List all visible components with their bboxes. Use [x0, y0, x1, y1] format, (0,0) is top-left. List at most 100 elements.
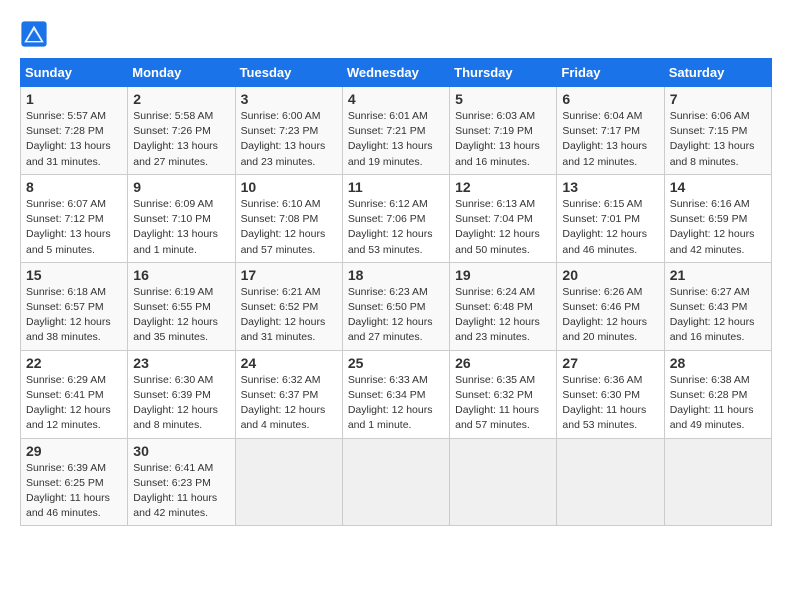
calendar-cell: 3 Sunrise: 6:00 AMSunset: 7:23 PMDaylight…	[235, 87, 342, 175]
calendar-week-2: 8 Sunrise: 6:07 AMSunset: 7:12 PMDaylight…	[21, 174, 772, 262]
calendar-cell: 23Sunrise: 6:30 AMSunset: 6:39 PMDayligh…	[128, 350, 235, 438]
header-row: SundayMondayTuesdayWednesdayThursdayFrid…	[21, 59, 772, 87]
calendar-cell: 9 Sunrise: 6:09 AMSunset: 7:10 PMDaylight…	[128, 174, 235, 262]
header-day-saturday: Saturday	[664, 59, 771, 87]
day-number: 23	[133, 355, 229, 371]
day-info: Sunrise: 6:13 AMSunset: 7:04 PMDaylight:…	[455, 198, 540, 256]
calendar-cell: 11 Sunrise: 6:12 AMSunset: 7:06 PMDayligh…	[342, 174, 449, 262]
calendar-cell: 8 Sunrise: 6:07 AMSunset: 7:12 PMDaylight…	[21, 174, 128, 262]
calendar-cell: 5 Sunrise: 6:03 AMSunset: 7:19 PMDaylight…	[450, 87, 557, 175]
day-number: 28	[670, 355, 766, 371]
logo-icon	[20, 20, 48, 48]
day-info: Sunrise: 6:29 AMSunset: 6:41 PMDaylight:…	[26, 374, 111, 432]
day-info: Sunrise: 6:03 AMSunset: 7:19 PMDaylight:…	[455, 110, 540, 168]
logo	[20, 20, 52, 48]
day-number: 7	[670, 91, 766, 107]
calendar-cell: 26 Sunrise: 6:35 AMSunset: 6:32 PMDayligh…	[450, 350, 557, 438]
day-number: 29	[26, 443, 122, 459]
day-number: 15	[26, 267, 122, 283]
calendar-cell: 24 Sunrise: 6:32 AMSunset: 6:37 PMDayligh…	[235, 350, 342, 438]
day-info: Sunrise: 6:10 AMSunset: 7:08 PMDaylight:…	[241, 198, 326, 256]
calendar-cell: 27Sunrise: 6:36 AMSunset: 6:30 PMDayligh…	[557, 350, 664, 438]
day-number: 2	[133, 91, 229, 107]
calendar-cell: 17Sunrise: 6:21 AMSunset: 6:52 PMDayligh…	[235, 262, 342, 350]
calendar-cell	[557, 438, 664, 526]
day-number: 6	[562, 91, 658, 107]
day-number: 9	[133, 179, 229, 195]
day-number: 11	[348, 179, 444, 195]
header-day-thursday: Thursday	[450, 59, 557, 87]
calendar-cell	[235, 438, 342, 526]
day-info: Sunrise: 6:15 AMSunset: 7:01 PMDaylight:…	[562, 198, 647, 256]
day-number: 21	[670, 267, 766, 283]
day-info: Sunrise: 6:04 AMSunset: 7:17 PMDaylight:…	[562, 110, 647, 168]
day-number: 16	[133, 267, 229, 283]
calendar-week-1: 1Sunrise: 5:57 AMSunset: 7:28 PMDaylight…	[21, 87, 772, 175]
day-info: Sunrise: 5:58 AMSunset: 7:26 PMDaylight:…	[133, 110, 218, 168]
day-number: 10	[241, 179, 337, 195]
calendar-cell: 28Sunrise: 6:38 AMSunset: 6:28 PMDayligh…	[664, 350, 771, 438]
day-info: Sunrise: 6:01 AMSunset: 7:21 PMDaylight:…	[348, 110, 433, 168]
calendar-cell: 22 Sunrise: 6:29 AMSunset: 6:41 PMDayligh…	[21, 350, 128, 438]
day-info: Sunrise: 6:35 AMSunset: 6:32 PMDaylight:…	[455, 374, 539, 432]
calendar-table: SundayMondayTuesdayWednesdayThursdayFrid…	[20, 58, 772, 526]
day-info: Sunrise: 6:27 AMSunset: 6:43 PMDaylight:…	[670, 286, 755, 344]
day-number: 20	[562, 267, 658, 283]
header-day-monday: Monday	[128, 59, 235, 87]
day-number: 1	[26, 91, 122, 107]
calendar-cell: 30 Sunrise: 6:41 AMSunset: 6:23 PMDayligh…	[128, 438, 235, 526]
day-number: 13	[562, 179, 658, 195]
calendar-cell: 1Sunrise: 5:57 AMSunset: 7:28 PMDaylight…	[21, 87, 128, 175]
calendar-cell: 2 Sunrise: 5:58 AMSunset: 7:26 PMDaylight…	[128, 87, 235, 175]
day-info: Sunrise: 6:16 AMSunset: 6:59 PMDaylight:…	[670, 198, 755, 256]
calendar-week-3: 15 Sunrise: 6:18 AMSunset: 6:57 PMDayligh…	[21, 262, 772, 350]
day-number: 30	[133, 443, 229, 459]
calendar-cell: 20 Sunrise: 6:26 AMSunset: 6:46 PMDayligh…	[557, 262, 664, 350]
day-number: 12	[455, 179, 551, 195]
calendar-cell: 21 Sunrise: 6:27 AMSunset: 6:43 PMDayligh…	[664, 262, 771, 350]
day-number: 22	[26, 355, 122, 371]
header-day-wednesday: Wednesday	[342, 59, 449, 87]
calendar-cell: 18Sunrise: 6:23 AMSunset: 6:50 PMDayligh…	[342, 262, 449, 350]
day-info: Sunrise: 6:36 AMSunset: 6:30 PMDaylight:…	[562, 374, 646, 432]
day-info: Sunrise: 6:18 AMSunset: 6:57 PMDaylight:…	[26, 286, 111, 344]
day-number: 5	[455, 91, 551, 107]
day-info: Sunrise: 6:12 AMSunset: 7:06 PMDaylight:…	[348, 198, 433, 256]
day-number: 25	[348, 355, 444, 371]
day-info: Sunrise: 6:32 AMSunset: 6:37 PMDaylight:…	[241, 374, 326, 432]
calendar-header: SundayMondayTuesdayWednesdayThursdayFrid…	[21, 59, 772, 87]
calendar-cell: 19 Sunrise: 6:24 AMSunset: 6:48 PMDayligh…	[450, 262, 557, 350]
day-info: Sunrise: 6:24 AMSunset: 6:48 PMDaylight:…	[455, 286, 540, 344]
day-number: 18	[348, 267, 444, 283]
header-day-friday: Friday	[557, 59, 664, 87]
calendar-cell: 13 Sunrise: 6:15 AMSunset: 7:01 PMDayligh…	[557, 174, 664, 262]
calendar-cell: 29 Sunrise: 6:39 AMSunset: 6:25 PMDayligh…	[21, 438, 128, 526]
day-info: Sunrise: 6:26 AMSunset: 6:46 PMDaylight:…	[562, 286, 647, 344]
day-number: 8	[26, 179, 122, 195]
calendar-cell: 12 Sunrise: 6:13 AMSunset: 7:04 PMDayligh…	[450, 174, 557, 262]
calendar-cell: 25 Sunrise: 6:33 AMSunset: 6:34 PMDayligh…	[342, 350, 449, 438]
day-info: Sunrise: 6:00 AMSunset: 7:23 PMDaylight:…	[241, 110, 326, 168]
day-number: 3	[241, 91, 337, 107]
day-number: 26	[455, 355, 551, 371]
day-info: Sunrise: 6:21 AMSunset: 6:52 PMDaylight:…	[241, 286, 326, 344]
day-info: Sunrise: 6:33 AMSunset: 6:34 PMDaylight:…	[348, 374, 433, 432]
day-number: 19	[455, 267, 551, 283]
day-info: Sunrise: 6:39 AMSunset: 6:25 PMDaylight:…	[26, 462, 110, 520]
day-info: Sunrise: 6:07 AMSunset: 7:12 PMDaylight:…	[26, 198, 111, 256]
calendar-body: 1Sunrise: 5:57 AMSunset: 7:28 PMDaylight…	[21, 87, 772, 526]
day-number: 24	[241, 355, 337, 371]
calendar-cell: 16Sunrise: 6:19 AMSunset: 6:55 PMDayligh…	[128, 262, 235, 350]
calendar-cell	[664, 438, 771, 526]
calendar-cell: 14 Sunrise: 6:16 AMSunset: 6:59 PMDayligh…	[664, 174, 771, 262]
calendar-cell	[342, 438, 449, 526]
calendar-cell: 4 Sunrise: 6:01 AMSunset: 7:21 PMDaylight…	[342, 87, 449, 175]
calendar-cell: 6 Sunrise: 6:04 AMSunset: 7:17 PMDaylight…	[557, 87, 664, 175]
calendar-cell: 15 Sunrise: 6:18 AMSunset: 6:57 PMDayligh…	[21, 262, 128, 350]
day-info: Sunrise: 6:09 AMSunset: 7:10 PMDaylight:…	[133, 198, 218, 256]
day-number: 4	[348, 91, 444, 107]
day-number: 14	[670, 179, 766, 195]
calendar-cell	[450, 438, 557, 526]
page-header	[20, 20, 772, 48]
day-info: Sunrise: 6:41 AMSunset: 6:23 PMDaylight:…	[133, 462, 217, 520]
